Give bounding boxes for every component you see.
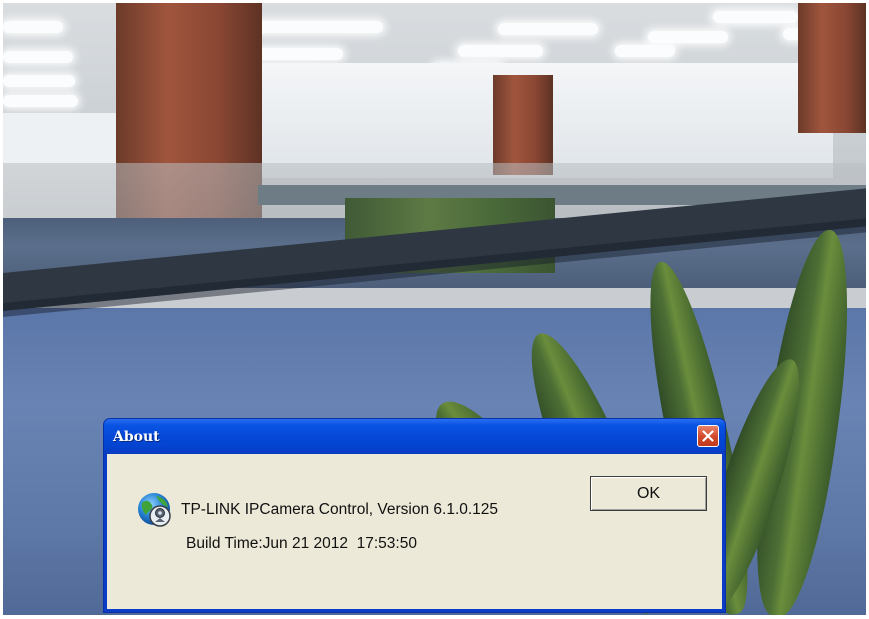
- product-version-text: TP-LINK IPCamera Control, Version 6.1.0.…: [181, 501, 499, 518]
- dialog-body: TP-LINK IPCamera Control, Version 6.1.0.…: [107, 454, 722, 609]
- ceiling-light: [3, 51, 73, 63]
- ceiling-light: [713, 11, 798, 23]
- ceiling-light: [3, 75, 75, 87]
- ceiling-light: [615, 45, 675, 57]
- office-pillar: [798, 3, 866, 133]
- office-pillar: [493, 75, 553, 175]
- close-icon: [702, 430, 714, 442]
- close-button[interactable]: [697, 425, 719, 447]
- about-dialog: About TP-LINK IPCamera Control, Version …: [103, 418, 726, 613]
- dialog-title-bar[interactable]: About: [104, 419, 725, 454]
- dialog-title: About: [113, 429, 160, 445]
- ceiling-light: [3, 95, 78, 107]
- ceiling-light: [458, 45, 543, 57]
- ceiling-light: [3, 21, 63, 33]
- ceiling-light: [498, 23, 598, 35]
- build-time-text: Build Time:Jun 21 2012 17:53:50: [186, 535, 417, 552]
- ok-button[interactable]: OK: [590, 476, 707, 511]
- ceiling-light: [648, 31, 728, 43]
- ceiling-light: [253, 21, 383, 33]
- globe-camera-icon: [138, 493, 171, 527]
